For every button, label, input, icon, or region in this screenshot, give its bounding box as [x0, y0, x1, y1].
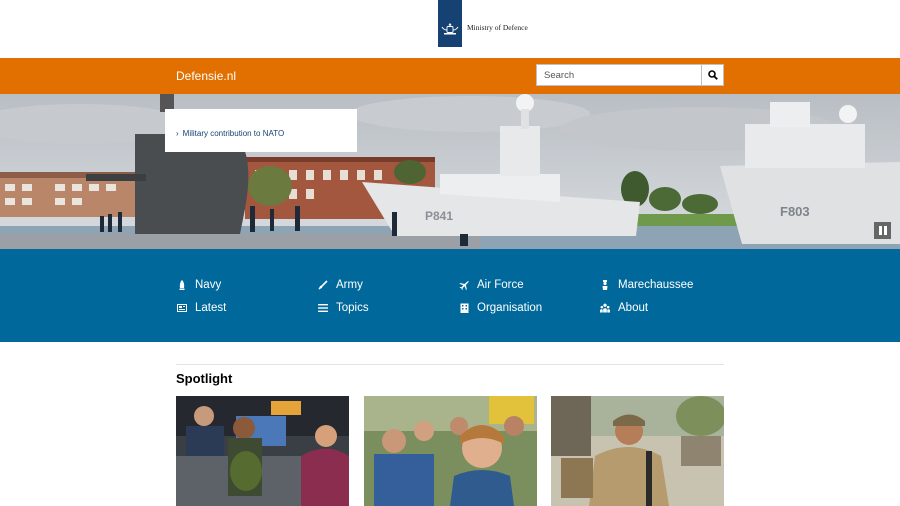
- government-logo[interactable]: [438, 0, 462, 47]
- nav-item-air-force[interactable]: Air Force: [459, 279, 524, 291]
- search-input[interactable]: [536, 64, 702, 86]
- hero-link-card: › Military contribution to NATO: [165, 109, 357, 152]
- pause-icon-bar: [883, 226, 887, 235]
- search-button[interactable]: [701, 64, 724, 86]
- crest-icon: [441, 23, 459, 35]
- magnifier-icon: [707, 70, 718, 80]
- section-divider: [176, 364, 724, 365]
- spotlight-card-image-1[interactable]: [176, 396, 349, 506]
- nav-item-label: Marechaussee: [618, 279, 694, 291]
- spotlight-card-image-2[interactable]: [364, 396, 537, 506]
- nav-item-label: About: [618, 302, 649, 314]
- spotlight-card-image-3[interactable]: [551, 396, 724, 506]
- site-header: Ministry of Defence: [0, 0, 900, 58]
- nav-item-topics[interactable]: Topics: [318, 302, 369, 314]
- people-icon: [600, 303, 610, 313]
- pause-icon-bar: [878, 226, 882, 235]
- hero-featured-link[interactable]: › Military contribution to NATO: [176, 129, 284, 138]
- spotlight-heading: Spotlight: [176, 371, 233, 386]
- building-icon: [459, 303, 469, 313]
- nav-item-navy[interactable]: Navy: [177, 279, 221, 291]
- nav-item-label: Army: [336, 279, 363, 291]
- nav-item-about[interactable]: About: [600, 302, 648, 314]
- plane-icon: [459, 280, 469, 290]
- hero-banner: P841 F803 › Military contribution to NATO: [0, 94, 900, 249]
- news-icon: [177, 303, 187, 313]
- hero-photo-navy-ships: P841 F803: [0, 94, 900, 249]
- main-navigation: Navy Latest Army Topics Air Force Organi…: [0, 249, 900, 342]
- photo-soldier-with-children: [176, 396, 349, 506]
- nav-item-army[interactable]: Army: [318, 279, 363, 291]
- nav-item-label: Topics: [336, 302, 369, 314]
- nav-item-label: Latest: [195, 302, 227, 314]
- rifle-icon: [318, 280, 328, 290]
- top-nav-bar: Defensie.nl: [0, 58, 900, 94]
- ministry-name: Ministry of Defence: [467, 23, 528, 32]
- hero-link-label: Military contribution to NATO: [182, 129, 285, 138]
- chevron-right-icon: ›: [176, 129, 179, 138]
- list-icon: [318, 303, 328, 313]
- svg-text:P841: P841: [425, 209, 453, 223]
- anchor-icon: [177, 280, 187, 290]
- nav-item-label: Organisation: [477, 302, 543, 314]
- nav-item-label: Air Force: [477, 279, 524, 291]
- nav-item-marechaussee[interactable]: Marechaussee: [600, 279, 693, 291]
- site-home-link[interactable]: Defensie.nl: [176, 69, 236, 83]
- nav-item-organisation[interactable]: Organisation: [459, 302, 542, 314]
- nav-item-label: Navy: [195, 279, 222, 291]
- slideshow-pause-button[interactable]: [874, 222, 891, 239]
- photo-soldier-with-radio: [551, 396, 724, 506]
- svg-text:F803: F803: [780, 204, 810, 219]
- nav-item-latest[interactable]: Latest: [177, 302, 226, 314]
- photo-boy-in-crowd: [364, 396, 537, 506]
- officer-icon: [600, 280, 610, 290]
